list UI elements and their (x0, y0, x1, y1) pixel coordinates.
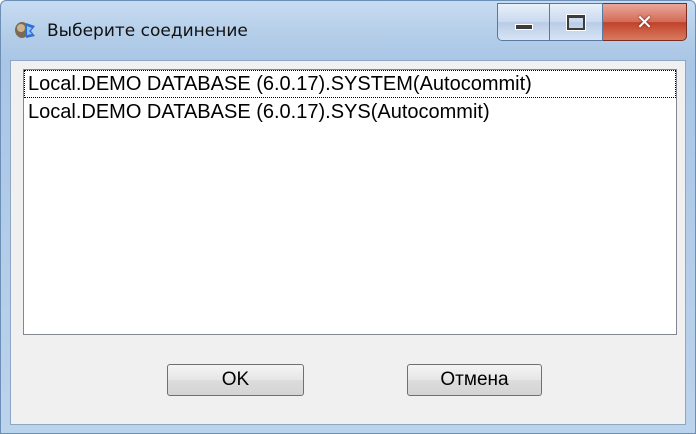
minimize-icon (514, 24, 533, 30)
close-button[interactable]: ✕ (603, 3, 687, 41)
minimize-button[interactable] (497, 3, 550, 41)
dialog-window: Выберите соединение ✕ Local.DEMO DATABAS… (0, 0, 696, 434)
connection-item-system[interactable]: Local.DEMO DATABASE (6.0.17).SYSTEM(Auto… (24, 70, 676, 98)
dialog-client-area: Local.DEMO DATABASE (6.0.17).SYSTEM(Auto… (10, 60, 686, 425)
maximize-button[interactable] (550, 3, 603, 41)
maximize-icon (567, 14, 585, 30)
window-title: Выберите соединение (47, 21, 248, 41)
title-bar[interactable]: Выберите соединение ✕ (1, 1, 695, 59)
connection-list[interactable]: Local.DEMO DATABASE (6.0.17).SYSTEM(Auto… (23, 69, 677, 335)
close-icon: ✕ (636, 10, 653, 34)
database-connect-icon (13, 19, 37, 41)
caption-buttons: ✕ (497, 3, 687, 41)
cancel-button[interactable]: Отмена (407, 364, 542, 396)
connection-item-sys[interactable]: Local.DEMO DATABASE (6.0.17).SYS(Autocom… (24, 98, 676, 126)
ok-button[interactable]: OK (167, 364, 304, 396)
